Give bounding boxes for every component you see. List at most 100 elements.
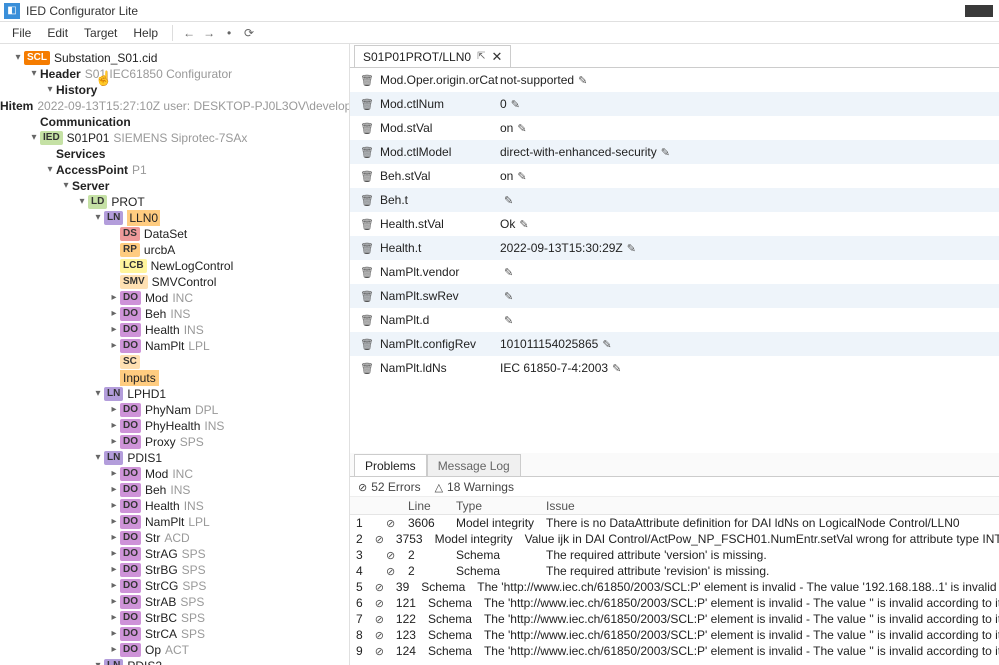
expand-icon[interactable]: ▾: [92, 658, 104, 665]
edit-icon[interactable]: ✎: [504, 266, 513, 279]
expand-icon[interactable]: ▸: [108, 434, 120, 450]
tree-node[interactable]: DSDataSet: [0, 226, 349, 242]
tree-node[interactable]: SMVSMVControl: [0, 274, 349, 290]
expand-icon[interactable]: ▾: [60, 178, 72, 194]
tree-node[interactable]: ▾History: [0, 82, 349, 98]
delete-icon[interactable]: 🗑: [360, 266, 380, 279]
tree-node[interactable]: ▾LNLPHD1: [0, 386, 349, 402]
tree-node[interactable]: Services: [0, 146, 349, 162]
property-row[interactable]: 🗑Mod.ctlModeldirect-with-enhanced-securi…: [350, 140, 999, 164]
expand-icon[interactable]: ▸: [108, 498, 120, 514]
tree-node[interactable]: ▸DOStrCGSPS: [0, 578, 349, 594]
expand-icon[interactable]: ▸: [108, 642, 120, 658]
property-row[interactable]: 🗑Beh.t✎: [350, 188, 999, 212]
property-row[interactable]: 🗑Mod.stValon✎: [350, 116, 999, 140]
problem-row[interactable]: 7⊘122SchemaThe 'http://www.iec.ch/61850/…: [350, 611, 999, 627]
property-value[interactable]: on✎: [500, 121, 999, 135]
delete-icon[interactable]: 🗑: [360, 146, 380, 159]
tree-node[interactable]: ▸DONamPltLPL: [0, 338, 349, 354]
window-control[interactable]: [965, 5, 993, 17]
problem-row[interactable]: 8⊘123SchemaThe 'http://www.iec.ch/61850/…: [350, 627, 999, 643]
col-issue[interactable]: Issue: [540, 497, 999, 514]
menu-target[interactable]: Target: [76, 24, 125, 42]
expand-icon[interactable]: ▸: [108, 402, 120, 418]
tree-node[interactable]: ▸DOModINC: [0, 290, 349, 306]
tree-node[interactable]: ▾Server: [0, 178, 349, 194]
expand-icon[interactable]: ▸: [108, 306, 120, 322]
tree-node[interactable]: ▸DOPhyNamDPL: [0, 402, 349, 418]
expand-icon[interactable]: ▸: [108, 546, 120, 562]
expand-icon[interactable]: ▸: [108, 290, 120, 306]
tree-panel[interactable]: ☝ ▾SCLSubstation_S01.cid▾HeaderS01 IEC61…: [0, 44, 350, 665]
tree-node[interactable]: ▾LDPROT: [0, 194, 349, 210]
tree-node[interactable]: ▾LNPDIS1: [0, 450, 349, 466]
tree-node[interactable]: LCBNewLogControl: [0, 258, 349, 274]
expand-icon[interactable]: ▾: [92, 450, 104, 466]
tab-message-log[interactable]: Message Log: [427, 454, 521, 476]
tree-node[interactable]: Hitem2022-09-13T15:27:10Z user: DESKTOP-…: [0, 98, 349, 114]
edit-icon[interactable]: ✎: [517, 122, 526, 135]
delete-icon[interactable]: 🗑: [360, 74, 380, 87]
col-type[interactable]: Type: [450, 497, 540, 514]
expand-icon[interactable]: ▸: [108, 578, 120, 594]
property-value[interactable]: ✎: [500, 290, 999, 303]
tree-node[interactable]: ▸DOModINC: [0, 466, 349, 482]
expand-icon[interactable]: ▸: [108, 610, 120, 626]
property-value[interactable]: not-supported✎: [500, 73, 999, 87]
edit-icon[interactable]: ✎: [517, 170, 526, 183]
property-row[interactable]: 🗑Mod.Oper.origin.orCatnot-supported✎: [350, 68, 999, 92]
col-line[interactable]: Line: [402, 497, 450, 514]
expand-icon[interactable]: ▾: [92, 386, 104, 402]
delete-icon[interactable]: 🗑: [360, 338, 380, 351]
tree-node[interactable]: ▸DOBehINS: [0, 482, 349, 498]
property-value[interactable]: direct-with-enhanced-security✎: [500, 145, 999, 159]
tree-node[interactable]: RPurcbA: [0, 242, 349, 258]
expand-icon[interactable]: ▸: [108, 418, 120, 434]
delete-icon[interactable]: 🗑: [360, 98, 380, 111]
tree-node[interactable]: ▸DOHealthINS: [0, 322, 349, 338]
property-row[interactable]: 🗑NamPlt.d✎: [350, 308, 999, 332]
tree-node[interactable]: ▾SCLSubstation_S01.cid: [0, 50, 349, 66]
tree-node[interactable]: ▸DOStrBCSPS: [0, 610, 349, 626]
edit-icon[interactable]: ✎: [519, 218, 528, 231]
problem-row[interactable]: 4⊘2SchemaThe required attribute 'revisio…: [350, 563, 999, 579]
menu-file[interactable]: File: [4, 24, 39, 42]
problem-row[interactable]: 9⊘124SchemaThe 'http://www.iec.ch/61850/…: [350, 643, 999, 659]
tree-node[interactable]: ▸DOStrACD: [0, 530, 349, 546]
edit-icon[interactable]: ✎: [504, 290, 513, 303]
forward-icon[interactable]: →: [199, 26, 219, 40]
expand-icon[interactable]: ▾: [28, 66, 40, 82]
expand-icon[interactable]: ▸: [108, 514, 120, 530]
tree-node[interactable]: SC: [0, 354, 349, 370]
expand-icon[interactable]: ▸: [108, 626, 120, 642]
tree-node[interactable]: ▸DOHealthINS: [0, 498, 349, 514]
tab-problems[interactable]: Problems: [354, 454, 427, 476]
expand-icon[interactable]: ▸: [108, 338, 120, 354]
expand-icon[interactable]: ▸: [108, 530, 120, 546]
menu-edit[interactable]: Edit: [39, 24, 76, 42]
tree-node[interactable]: ▸DOStrCASPS: [0, 626, 349, 642]
expand-icon[interactable]: ▾: [28, 130, 40, 146]
property-row[interactable]: 🗑NamPlt.swRev✎: [350, 284, 999, 308]
tree-node[interactable]: Communication: [0, 114, 349, 130]
tree-node[interactable]: ▸DOBehINS: [0, 306, 349, 322]
property-row[interactable]: 🗑Health.t2022-09-13T15:30:29Z✎: [350, 236, 999, 260]
property-value[interactable]: ✎: [500, 266, 999, 279]
close-icon[interactable]: ✕: [491, 49, 502, 65]
tree-node[interactable]: ▸DONamPltLPL: [0, 514, 349, 530]
property-row[interactable]: 🗑NamPlt.vendor✎: [350, 260, 999, 284]
tree-node[interactable]: ▾HeaderS01 IEC61850 Configurator: [0, 66, 349, 82]
property-value[interactable]: 0✎: [500, 97, 999, 111]
delete-icon[interactable]: 🗑: [360, 122, 380, 135]
problem-row[interactable]: 3⊘2SchemaThe required attribute 'version…: [350, 547, 999, 563]
expand-icon[interactable]: ▸: [108, 594, 120, 610]
edit-icon[interactable]: ✎: [504, 314, 513, 327]
refresh-icon[interactable]: ⟳: [239, 26, 259, 40]
tree-node[interactable]: ▾LNPDIS2: [0, 658, 349, 665]
problem-row[interactable]: 5⊘39SchemaThe 'http://www.iec.ch/61850/2…: [350, 579, 999, 595]
property-row[interactable]: 🗑Health.stValOk✎: [350, 212, 999, 236]
property-value[interactable]: 2022-09-13T15:30:29Z✎: [500, 241, 999, 255]
expand-icon[interactable]: ▾: [12, 50, 24, 66]
edit-icon[interactable]: ✎: [511, 98, 520, 111]
tree-node[interactable]: Inputs: [0, 370, 349, 386]
